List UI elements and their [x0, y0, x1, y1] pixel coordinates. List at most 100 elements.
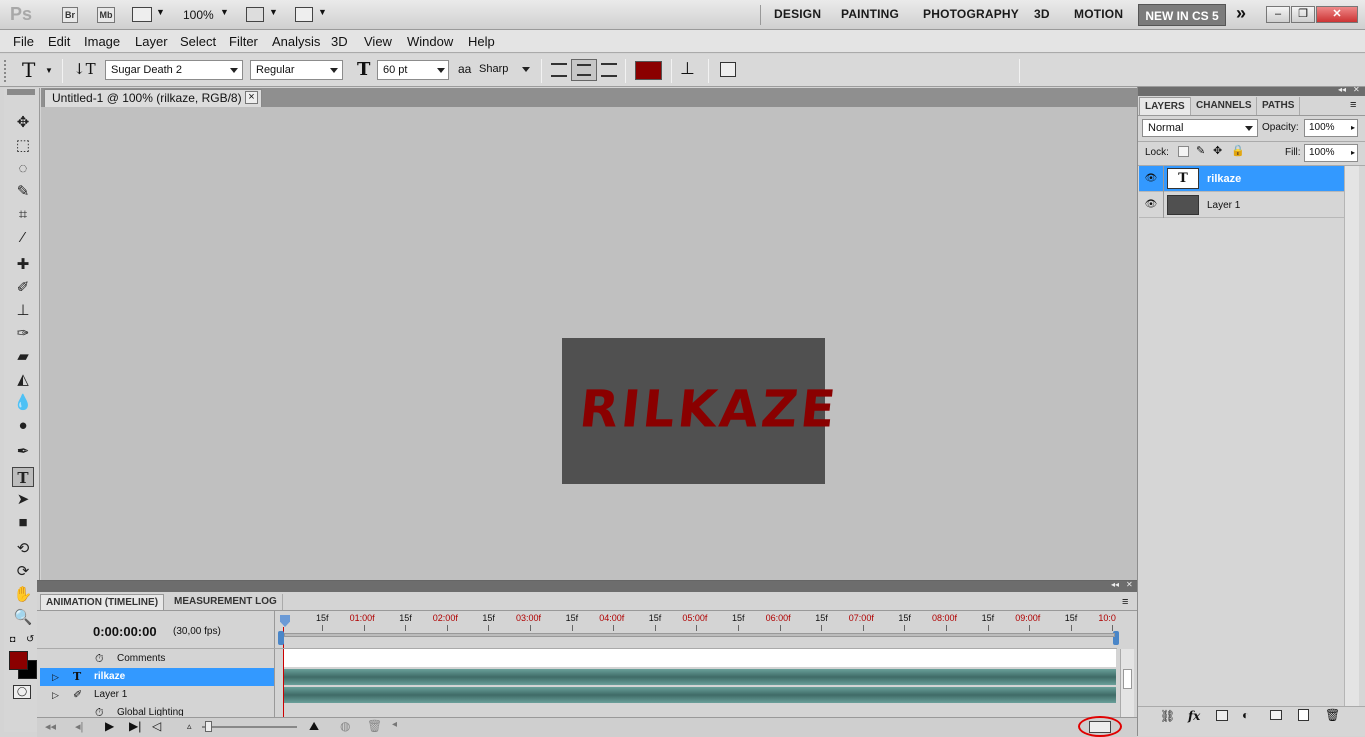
- pen-tool-icon[interactable]: ✒: [12, 442, 34, 462]
- layer-name[interactable]: rilkaze: [1207, 173, 1241, 185]
- chevron-down-icon[interactable]: ▼: [220, 7, 229, 17]
- hand-tool-icon[interactable]: ✋: [12, 585, 34, 605]
- text-color-swatch[interactable]: [635, 61, 662, 80]
- close-icon[interactable]: ✕: [1316, 6, 1358, 23]
- menu-3d[interactable]: 3D: [331, 34, 348, 49]
- tab-measurement-log[interactable]: MEASUREMENT LOG: [169, 594, 283, 610]
- scroll-left-icon[interactable]: ◂: [392, 719, 397, 730]
- minibridge-button[interactable]: Mb: [97, 7, 115, 23]
- marquee-tool-icon[interactable]: ⬚: [12, 136, 34, 156]
- align-right-icon[interactable]: [601, 63, 617, 77]
- character-panel-icon[interactable]: [720, 62, 736, 77]
- zoom-slider[interactable]: [202, 726, 297, 728]
- blend-mode-select[interactable]: Normal: [1142, 119, 1258, 137]
- comments-track[interactable]: [284, 649, 1116, 667]
- fx-icon[interactable]: fx: [1188, 709, 1200, 723]
- layer-name[interactable]: Layer 1: [1207, 200, 1240, 211]
- menu-analysis[interactable]: Analysis: [272, 34, 320, 49]
- chevron-down-icon[interactable]: ▼: [269, 7, 278, 17]
- layer-row-layer1[interactable]: 👁 Layer 1: [1139, 192, 1344, 218]
- workspace-photography[interactable]: PHOTOGRAPHY: [923, 7, 1019, 21]
- timeline-row-layer1[interactable]: ▷ ✐ Layer 1: [40, 686, 274, 704]
- zoom-tool-icon[interactable]: 🔍: [12, 608, 34, 628]
- time-ruler[interactable]: 15f 01:00f 15f 02:00f 15f 03:00f 15f 04:00f 15f 0…: [277, 611, 1119, 647]
- paint-bucket-tool-icon[interactable]: ◭: [12, 370, 34, 390]
- minimize-icon[interactable]: –: [1266, 6, 1290, 23]
- lock-position-icon[interactable]: ✥: [1213, 144, 1222, 157]
- dodge-tool-icon[interactable]: ●: [12, 416, 34, 436]
- type-tool-icon[interactable]: T: [12, 467, 34, 487]
- eye-icon[interactable]: 👁: [1143, 198, 1159, 212]
- next-frame-icon[interactable]: ▶|: [129, 719, 141, 733]
- zoom-slider-thumb[interactable]: [205, 721, 212, 732]
- panel-menu-icon[interactable]: ≡: [1350, 99, 1356, 111]
- brush-tool-icon[interactable]: ✐: [12, 278, 34, 298]
- rectangle-tool-icon[interactable]: ■: [12, 513, 34, 533]
- menu-help[interactable]: Help: [468, 34, 495, 49]
- swap-colors-icon[interactable]: ↺: [26, 634, 34, 645]
- blur-tool-icon[interactable]: 💧: [12, 393, 34, 413]
- stopwatch-icon[interactable]: ⏱: [95, 650, 104, 668]
- first-frame-icon[interactable]: ◂◂: [45, 720, 56, 733]
- trash-icon[interactable]: 🗑: [1325, 708, 1340, 722]
- eraser-tool-icon[interactable]: ▰: [12, 347, 34, 367]
- play-icon[interactable]: ▶: [105, 719, 114, 733]
- align-center-button[interactable]: [571, 59, 597, 81]
- close-document-icon[interactable]: ×: [245, 91, 258, 104]
- foreground-color-swatch[interactable]: [9, 651, 28, 670]
- workspace-new-in-cs5[interactable]: NEW IN CS 5: [1138, 4, 1226, 26]
- current-time[interactable]: 0:00:00:00: [93, 624, 157, 639]
- previous-frame-icon[interactable]: ◂|: [75, 720, 83, 733]
- eye-icon[interactable]: 👁: [1143, 172, 1159, 186]
- workspace-3d[interactable]: 3D: [1034, 7, 1050, 21]
- arrange-documents-icon[interactable]: [246, 7, 264, 22]
- fill-input[interactable]: 100% ▸: [1304, 144, 1358, 162]
- quick-mask-icon[interactable]: ◯: [13, 685, 31, 699]
- zoom-level[interactable]: 100%: [183, 8, 214, 22]
- bridge-button[interactable]: Br: [62, 7, 78, 23]
- eyedropper-tool-icon[interactable]: ⁄: [12, 228, 34, 248]
- align-left-icon[interactable]: [551, 63, 567, 77]
- more-workspaces-icon[interactable]: »: [1236, 3, 1246, 24]
- stopwatch-icon[interactable]: ⏱: [95, 704, 104, 716]
- menu-edit[interactable]: Edit: [48, 34, 70, 49]
- group-icon[interactable]: [1270, 710, 1282, 720]
- 3d-rotate-tool-icon[interactable]: ⟲: [12, 539, 34, 559]
- layers-scrollbar[interactable]: [1344, 166, 1359, 706]
- layer-duration-bar-layer1[interactable]: [284, 687, 1116, 703]
- text-orientation-icon[interactable]: ↓T: [73, 60, 96, 78]
- scrollbar-thumb[interactable]: [1123, 669, 1132, 689]
- layer-row-rilkaze[interactable]: 👁 T rilkaze: [1139, 166, 1344, 192]
- font-style-select[interactable]: Regular: [250, 60, 343, 80]
- extras-view-icon[interactable]: [132, 7, 152, 22]
- default-colors-icon[interactable]: ◘: [10, 634, 15, 644]
- timeline-row-comments[interactable]: ⏱ Comments: [40, 650, 274, 668]
- type-tool-preset-icon[interactable]: T: [22, 58, 35, 82]
- lock-image-icon[interactable]: ✎: [1196, 144, 1205, 157]
- canvas-text-layer[interactable]: RILKAZE: [577, 379, 841, 438]
- warp-text-icon[interactable]: ⊥: [680, 59, 695, 79]
- timeline-row-rilkaze[interactable]: ▷ T rilkaze: [40, 668, 274, 686]
- menu-select[interactable]: Select: [180, 34, 216, 49]
- trash-icon[interactable]: 🗑: [367, 719, 382, 733]
- workspace-painting[interactable]: PAINTING: [841, 7, 899, 21]
- adjustment-icon[interactable]: ◐: [1242, 708, 1249, 722]
- link-icon[interactable]: ⛓: [1160, 709, 1175, 723]
- close-panel-icon[interactable]: ✕: [1126, 580, 1133, 589]
- quick-selection-tool-icon[interactable]: ✎: [12, 182, 34, 202]
- menu-view[interactable]: View: [364, 34, 392, 49]
- tab-paths[interactable]: PATHS: [1256, 97, 1301, 115]
- menu-window[interactable]: Window: [407, 34, 453, 49]
- healing-brush-tool-icon[interactable]: ✚: [12, 255, 34, 275]
- expand-triangle-icon[interactable]: ▷: [52, 686, 59, 704]
- menu-layer[interactable]: Layer: [135, 34, 168, 49]
- timeline-scrollbar[interactable]: [1120, 649, 1134, 717]
- screen-mode-icon[interactable]: [295, 7, 313, 22]
- tab-layers[interactable]: LAYERS: [1139, 97, 1191, 115]
- font-size-select[interactable]: 60 pt: [377, 60, 449, 80]
- chevron-down-icon[interactable]: ▼: [45, 66, 53, 75]
- menu-filter[interactable]: Filter: [229, 34, 258, 49]
- menu-image[interactable]: Image: [84, 34, 120, 49]
- history-brush-tool-icon[interactable]: ✑: [12, 324, 34, 344]
- chevron-down-icon[interactable]: ▼: [318, 7, 327, 17]
